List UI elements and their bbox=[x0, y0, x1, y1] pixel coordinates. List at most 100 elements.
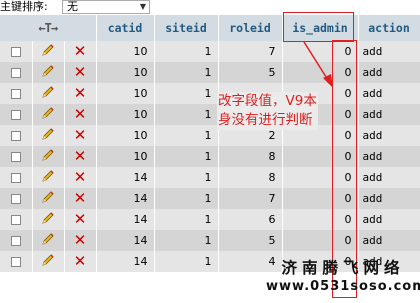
cell-catid: 10 bbox=[96, 146, 155, 167]
delete-x-icon[interactable]: ✕ bbox=[74, 233, 87, 248]
cell-siteid: 1 bbox=[154, 230, 219, 251]
delete-x-icon[interactable]: ✕ bbox=[74, 149, 87, 164]
row-edit-cell bbox=[32, 188, 65, 209]
row-delete-cell: ✕ bbox=[64, 104, 97, 125]
row-edit-cell bbox=[32, 146, 65, 167]
row-delete-cell: ✕ bbox=[64, 146, 97, 167]
edit-pencil-icon[interactable] bbox=[40, 63, 56, 82]
delete-x-icon[interactable]: ✕ bbox=[74, 86, 87, 101]
row-checkbox[interactable] bbox=[10, 236, 21, 246]
cell-catid: 10 bbox=[96, 83, 155, 104]
row-checkbox[interactable] bbox=[10, 194, 21, 204]
sort-label: 主键排序: bbox=[0, 0, 48, 13]
row-checkbox[interactable] bbox=[10, 47, 21, 57]
edit-pencil-icon[interactable] bbox=[40, 210, 56, 229]
edit-pencil-icon[interactable] bbox=[40, 147, 56, 166]
row-select-cell bbox=[0, 62, 33, 83]
cell-roleid: 6 bbox=[218, 209, 283, 230]
row-checkbox[interactable] bbox=[10, 173, 21, 183]
sort-select[interactable]: 无 ▼ bbox=[62, 0, 150, 14]
cell-roleid: 7 bbox=[218, 41, 283, 62]
row-delete-cell: ✕ bbox=[64, 188, 97, 209]
row-delete-cell: ✕ bbox=[64, 230, 97, 251]
row-select-cell bbox=[0, 146, 33, 167]
delete-x-icon[interactable]: ✕ bbox=[74, 170, 87, 185]
row-edit-cell bbox=[32, 83, 65, 104]
column-nav-header[interactable]: ←T→ bbox=[0, 15, 97, 41]
table-row: ✕ 14 1 8 0 add bbox=[0, 167, 420, 188]
row-checkbox[interactable] bbox=[10, 110, 21, 120]
cell-action: add bbox=[358, 167, 420, 188]
row-select-cell bbox=[0, 230, 33, 251]
row-delete-cell: ✕ bbox=[64, 209, 97, 230]
cell-action: add bbox=[358, 146, 420, 167]
edit-pencil-icon[interactable] bbox=[40, 231, 56, 250]
cell-siteid: 1 bbox=[154, 188, 219, 209]
cell-roleid: 5 bbox=[218, 62, 283, 83]
cell-action: add bbox=[358, 41, 420, 62]
cell-action: add bbox=[358, 83, 420, 104]
edit-pencil-icon[interactable] bbox=[40, 189, 56, 208]
row-delete-cell: ✕ bbox=[64, 83, 97, 104]
delete-x-icon[interactable]: ✕ bbox=[74, 107, 87, 122]
table-row: ✕ 10 1 0 add bbox=[0, 104, 420, 125]
annotation-note: 改字段值，V9本 身没有进行判断 bbox=[217, 92, 318, 130]
delete-x-icon[interactable]: ✕ bbox=[74, 212, 87, 227]
row-select-cell bbox=[0, 125, 33, 146]
cell-action: add bbox=[358, 209, 420, 230]
edit-pencil-icon[interactable] bbox=[40, 126, 56, 145]
watermark-line-1: 济南腾飞网络 bbox=[281, 259, 405, 277]
row-edit-cell bbox=[32, 41, 65, 62]
column-header-roleid[interactable]: roleid bbox=[218, 15, 283, 41]
edit-pencil-icon[interactable] bbox=[40, 84, 56, 103]
delete-x-icon[interactable]: ✕ bbox=[74, 44, 87, 59]
row-select-cell bbox=[0, 167, 33, 188]
delete-x-icon[interactable]: ✕ bbox=[74, 191, 87, 206]
edit-pencil-icon[interactable] bbox=[40, 105, 56, 124]
sort-select-value: 无 bbox=[67, 0, 78, 13]
table-row: ✕ 10 1 2 0 add bbox=[0, 125, 420, 146]
table-row: ✕ 10 1 0 add bbox=[0, 83, 420, 104]
row-delete-cell: ✕ bbox=[64, 125, 97, 146]
cell-catid: 14 bbox=[96, 188, 155, 209]
row-checkbox[interactable] bbox=[10, 131, 21, 141]
row-select-cell bbox=[0, 41, 33, 62]
cell-action: add bbox=[358, 125, 420, 146]
row-checkbox[interactable] bbox=[10, 152, 21, 162]
cell-siteid: 1 bbox=[154, 209, 219, 230]
delete-x-icon[interactable]: ✕ bbox=[74, 65, 87, 80]
edit-pencil-icon[interactable] bbox=[40, 252, 56, 271]
row-checkbox[interactable] bbox=[10, 215, 21, 225]
row-delete-cell: ✕ bbox=[64, 41, 97, 62]
annotation-line-1: 改字段值，V9本 bbox=[218, 93, 317, 109]
row-edit-cell bbox=[32, 251, 65, 272]
delete-x-icon[interactable]: ✕ bbox=[74, 128, 87, 143]
cell-catid: 10 bbox=[96, 125, 155, 146]
delete-x-icon[interactable]: ✕ bbox=[74, 254, 87, 269]
row-checkbox[interactable] bbox=[10, 89, 21, 99]
row-delete-cell: ✕ bbox=[64, 251, 97, 272]
table-row: ✕ 14 1 7 0 add bbox=[0, 188, 420, 209]
cell-siteid: 1 bbox=[154, 167, 219, 188]
column-nav-arrows[interactable]: ←T→ bbox=[38, 21, 58, 35]
cell-roleid: 8 bbox=[218, 167, 283, 188]
row-checkbox[interactable] bbox=[10, 257, 21, 267]
table-header-row: ←T→ catid siteid roleid is_admin action bbox=[0, 15, 420, 41]
edit-pencil-icon[interactable] bbox=[40, 168, 56, 187]
column-header-catid[interactable]: catid bbox=[96, 15, 155, 41]
table-row: ✕ 10 1 8 0 add bbox=[0, 146, 420, 167]
row-delete-cell: ✕ bbox=[64, 167, 97, 188]
row-edit-cell bbox=[32, 209, 65, 230]
sort-bar: 主键排序: 无 ▼ bbox=[0, 0, 420, 15]
cell-siteid: 1 bbox=[154, 146, 219, 167]
cell-catid: 10 bbox=[96, 104, 155, 125]
row-select-cell bbox=[0, 251, 33, 272]
results-table: ←T→ catid siteid roleid is_admin action … bbox=[0, 15, 420, 272]
column-header-siteid[interactable]: siteid bbox=[154, 15, 219, 41]
edit-pencil-icon[interactable] bbox=[40, 42, 56, 61]
row-delete-cell: ✕ bbox=[64, 62, 97, 83]
cell-catid: 10 bbox=[96, 62, 155, 83]
row-checkbox[interactable] bbox=[10, 68, 21, 78]
column-header-action[interactable]: action bbox=[358, 15, 420, 41]
annotation-line-2: 身没有进行判断 bbox=[218, 112, 313, 128]
